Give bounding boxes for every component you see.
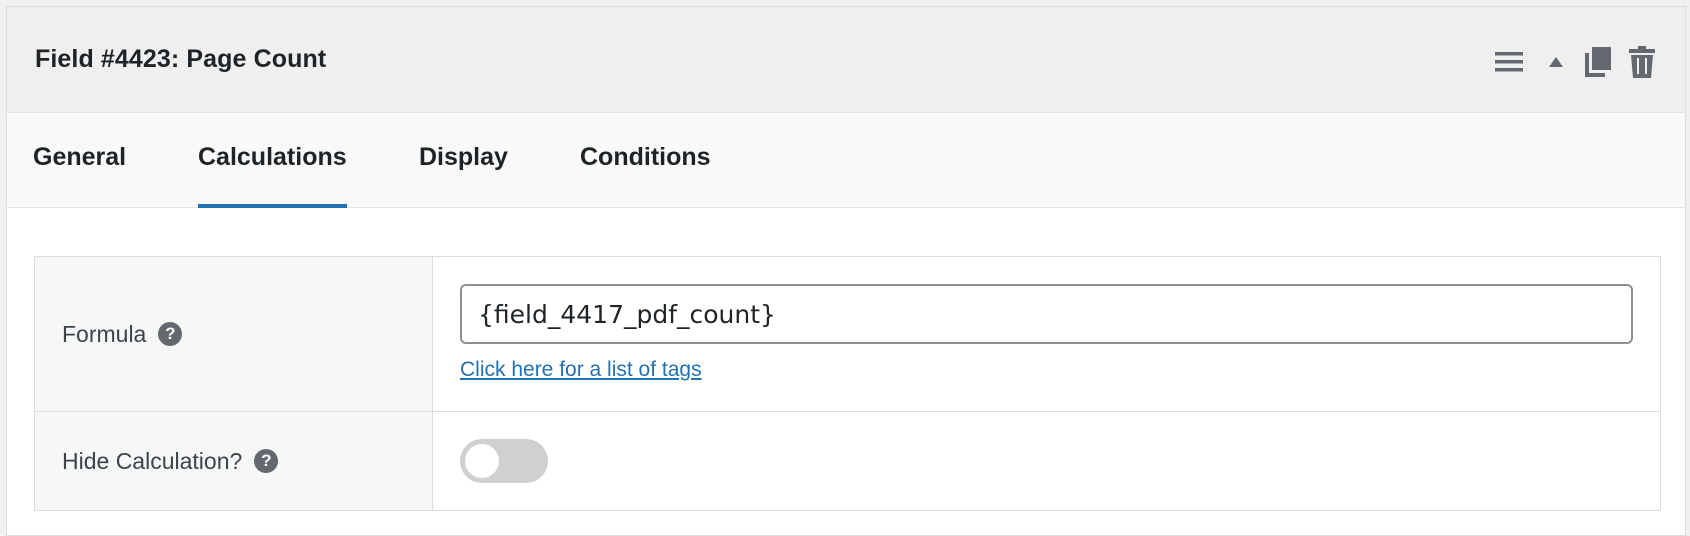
settings-table: Formula ? Click here for a list of tags … xyxy=(34,256,1661,511)
toggle-knob xyxy=(465,444,499,478)
field-title: Field #4423: Page Count xyxy=(35,45,327,73)
collapse-arrow-icon[interactable] xyxy=(1541,46,1571,78)
formula-input[interactable] xyxy=(460,284,1633,344)
tags-list-link[interactable]: Click here for a list of tags xyxy=(460,358,702,382)
formula-value-cell: Click here for a list of tags xyxy=(433,257,1660,411)
tab-display[interactable]: Display xyxy=(419,143,508,208)
tab-conditions[interactable]: Conditions xyxy=(580,143,711,208)
hide-calculation-help-icon[interactable]: ? xyxy=(254,449,279,473)
tab-bar: General Calculations Display Conditions xyxy=(7,113,1685,208)
hide-calculation-value-cell xyxy=(433,412,1660,510)
hide-calculation-label-cell: Hide Calculation? ? xyxy=(35,412,433,510)
field-header: Field #4423: Page Count xyxy=(7,7,1685,113)
hide-calculation-toggle[interactable] xyxy=(460,439,548,483)
menu-icon[interactable] xyxy=(1491,46,1527,78)
trash-icon[interactable] xyxy=(1627,45,1657,79)
duplicate-icon[interactable] xyxy=(1581,45,1615,79)
formula-row: Formula ? Click here for a list of tags xyxy=(35,257,1660,412)
tab-calculations[interactable]: Calculations xyxy=(198,143,347,208)
formula-label: Formula xyxy=(62,320,147,347)
hide-calculation-label: Hide Calculation? xyxy=(62,447,243,474)
formula-help-icon[interactable]: ? xyxy=(158,322,183,346)
hide-calculation-row: Hide Calculation? ? xyxy=(35,412,1660,510)
header-actions xyxy=(1491,45,1657,79)
field-settings-panel: Field #4423: Page Count General Calculat… xyxy=(6,6,1686,536)
formula-label-cell: Formula ? xyxy=(35,257,433,411)
tab-general[interactable]: General xyxy=(33,143,126,208)
